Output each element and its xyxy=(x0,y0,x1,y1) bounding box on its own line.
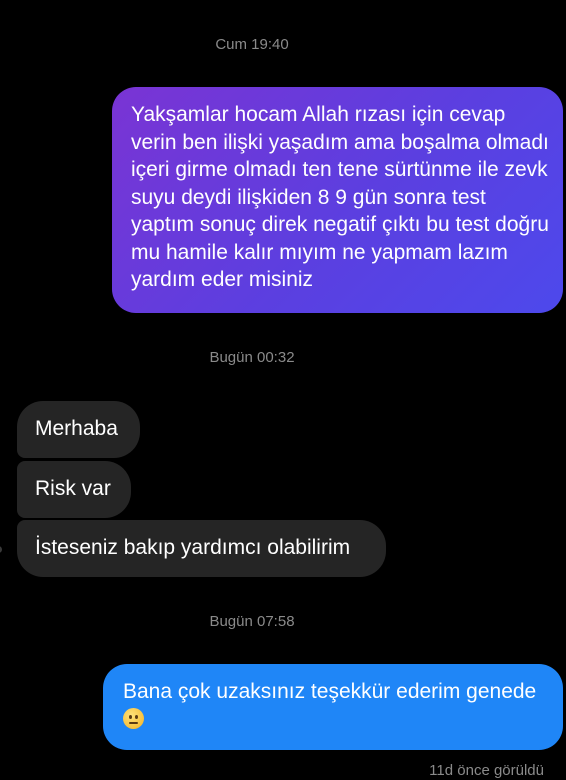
incoming-message-bubble[interactable]: Merhaba xyxy=(17,401,140,458)
incoming-message-bubble[interactable]: Risk var xyxy=(17,461,131,518)
outgoing-message-text: Bana çok uzaksınız teşekkür ederim gened… xyxy=(123,680,537,703)
outgoing-message-bubble[interactable]: Bana çok uzaksınız teşekkür ederim gened… xyxy=(103,664,563,750)
outgoing-message-text: Yakşamlar hocam Allah rızası için cevap … xyxy=(131,103,549,291)
confused-face-icon xyxy=(123,707,144,729)
seen-status: 11d önce görüldü xyxy=(429,762,544,779)
timestamp-friday: Cum 19:40 xyxy=(215,36,289,53)
sender-indicator-dot xyxy=(0,546,2,553)
incoming-message-text: İsteseniz bakıp yardımcı olabilirim xyxy=(35,536,351,559)
incoming-message-text: Merhaba xyxy=(35,417,118,440)
incoming-message-text: Risk var xyxy=(35,477,111,500)
timestamp-today-0758: Bugün 07:58 xyxy=(209,613,295,630)
incoming-message-bubble[interactable]: İsteseniz bakıp yardımcı olabilirim xyxy=(17,520,386,577)
outgoing-message-bubble[interactable]: Yakşamlar hocam Allah rızası için cevap … xyxy=(112,87,563,313)
timestamp-today-0032: Bugün 00:32 xyxy=(209,349,295,366)
